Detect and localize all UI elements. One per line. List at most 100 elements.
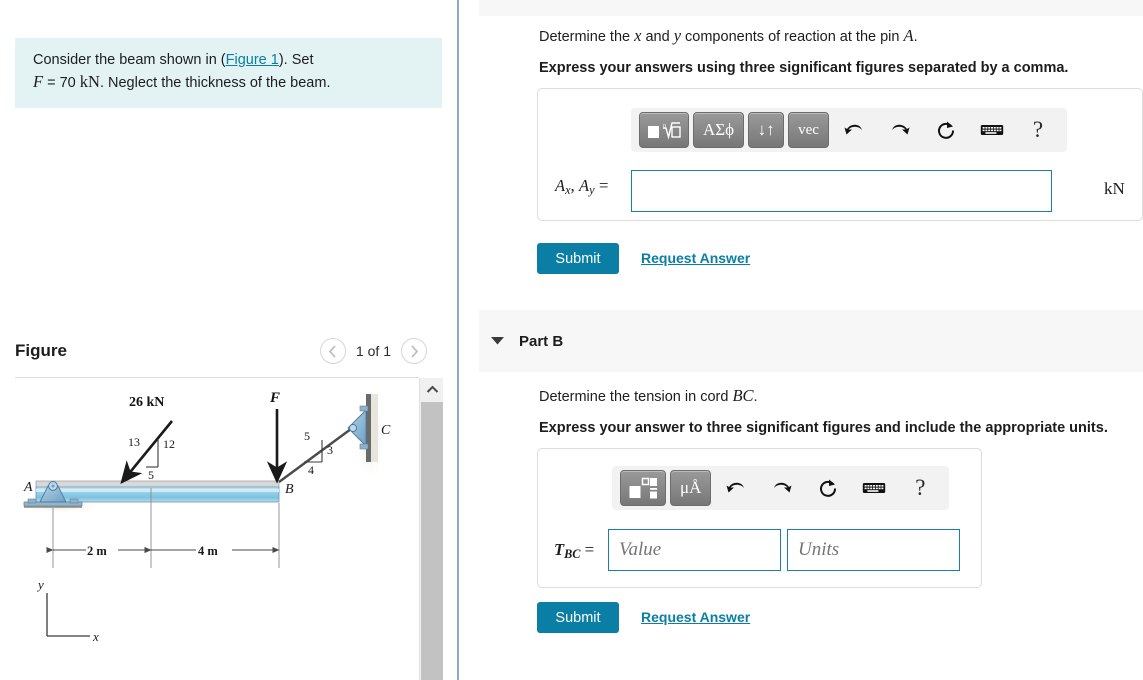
- part-b-value-input[interactable]: [608, 529, 781, 571]
- label-point-a: A: [23, 480, 33, 495]
- page-root: Consider the beam shown in (Figure 1). S…: [0, 0, 1143, 680]
- part-a-question-mid: and: [641, 29, 674, 45]
- part-a-submit-button[interactable]: Submit: [537, 243, 619, 274]
- keyboard-glyph-icon: [863, 483, 886, 493]
- part-a-request-answer-link[interactable]: Request Answer: [641, 250, 750, 266]
- part-a-question: Determine the x and y components of reac…: [539, 26, 918, 46]
- triangle-right-hyp-label: 5: [304, 429, 310, 443]
- load-arrow-26kn: [120, 420, 174, 485]
- left-panel: Consider the beam shown in (Figure 1). S…: [0, 0, 458, 680]
- math-template-button[interactable]: n: [639, 112, 689, 148]
- force-value: = 70: [47, 75, 76, 91]
- caret-down-glyph: [491, 337, 504, 345]
- part-b-title: Part B: [519, 332, 564, 350]
- units-symbols-button[interactable]: μÅ: [670, 470, 712, 506]
- label-point-b: B: [285, 482, 294, 497]
- sort-order-button[interactable]: ↓↑: [748, 112, 785, 148]
- problem-statement-line2: F = 70 kN. Neglect the thickness of the …: [33, 71, 426, 94]
- math-template-button[interactable]: [620, 470, 666, 506]
- keyboard-icon[interactable]: [855, 470, 893, 506]
- greek-symbols-button[interactable]: ΑΣϕ: [693, 112, 745, 148]
- part-a-answer-input[interactable]: [631, 170, 1052, 212]
- undo-icon[interactable]: [717, 470, 755, 506]
- scrollbar-thumb[interactable]: [421, 402, 443, 680]
- dimension-label-2m: 2 m: [87, 544, 107, 558]
- right-panel: Determine the x and y components of reac…: [459, 0, 1143, 680]
- part-b-question-pre: Determine the tension in cord: [539, 389, 733, 405]
- vector-button[interactable]: vec: [788, 112, 829, 148]
- part-a-instruction: Express your answers using three signifi…: [539, 60, 1069, 76]
- slope-triangle-left: [146, 439, 159, 468]
- part-a-label-equals: =: [598, 176, 609, 195]
- reset-circle-icon: [937, 121, 954, 139]
- help-icon[interactable]: ?: [901, 470, 939, 506]
- part-b-question-period: .: [753, 389, 758, 405]
- redo-icon[interactable]: [881, 112, 919, 148]
- part-b-var-bc: BC: [732, 386, 754, 405]
- part-a-question-period: .: [913, 29, 918, 45]
- dimension-line-2m: 2 m: [46, 544, 152, 558]
- part-a-answer-label: Ax, Ay =: [555, 176, 608, 198]
- part-b-header[interactable]: Part B: [479, 310, 1143, 372]
- triangle-right-horz-label: 4: [308, 463, 314, 477]
- scrollbar-up-button[interactable]: [420, 378, 444, 400]
- redo-icon[interactable]: [763, 470, 801, 506]
- keyboard-icon[interactable]: [973, 112, 1011, 148]
- part-b-answer-label: TBC =: [554, 540, 594, 562]
- caret-down-icon[interactable]: [491, 334, 509, 348]
- dimension-label-4m: 4 m: [198, 544, 218, 558]
- chevron-up-icon: [426, 385, 438, 393]
- part-a-var-a: A: [903, 26, 914, 45]
- figure-title: Figure: [15, 341, 67, 360]
- axis-label-x: x: [92, 629, 99, 644]
- triangle-right-vert-label: 3: [327, 443, 333, 457]
- reset-circle-icon: [820, 479, 837, 497]
- reset-icon[interactable]: [809, 470, 847, 506]
- figure-scrollbar[interactable]: [419, 378, 444, 680]
- undo-arrow-icon: [844, 124, 862, 135]
- beam-diagram: A B 26 kN 13 12 5 F 5 3 4 C 2 m 4 m y x: [15, 390, 391, 644]
- triangle-left-horz-label: 5: [148, 468, 154, 482]
- undo-arrow-icon: [726, 482, 745, 493]
- reset-icon[interactable]: [927, 112, 965, 148]
- math-template-icon: n: [648, 122, 681, 140]
- load-label-26kn: 26 kN: [129, 395, 164, 410]
- part-b-question: Determine the tension in cord BC.: [539, 386, 758, 406]
- part-b-label-equals: =: [584, 540, 595, 559]
- triangle-left-hyp-label: 13: [128, 435, 140, 449]
- figure-1-link[interactable]: Figure 1: [226, 52, 279, 68]
- triangle-left-vert-label: 12: [163, 437, 175, 451]
- dimension-line-4m: 4 m: [144, 544, 280, 558]
- left-panel-edge: [443, 0, 457, 680]
- force-label-f: F: [269, 390, 280, 406]
- cord-bc: [278, 425, 356, 483]
- part-a-unit-label: kN: [1104, 179, 1125, 198]
- part-b-submit-button[interactable]: Submit: [537, 602, 619, 633]
- problem-text-post: ). Set: [278, 52, 314, 68]
- figure-next-button[interactable]: [401, 338, 427, 364]
- part-b-units-input[interactable]: [787, 529, 960, 571]
- problem-text-rest: . Neglect the thickness of the beam.: [99, 75, 331, 91]
- figure-viewport: A B 26 kN 13 12 5 F 5 3 4 C 2 m 4 m y x: [0, 378, 419, 680]
- part-b-label-t-sub: BC: [564, 547, 581, 562]
- part-a-question-pre: Determine the: [539, 29, 635, 45]
- redo-arrow-icon: [774, 482, 792, 493]
- chevron-left-icon: [329, 344, 337, 358]
- part-a-header: [479, 0, 1143, 16]
- svg-text:n: n: [663, 123, 666, 129]
- axis-label-y: y: [36, 577, 44, 592]
- force-unit: kN: [79, 72, 100, 91]
- figure-header: Figure 1 of 1: [15, 338, 443, 376]
- problem-statement-line1: Consider the beam shown in (Figure 1). S…: [33, 50, 426, 71]
- problem-text-pre: Consider the beam shown in (: [33, 52, 226, 68]
- part-a-question-tail: components of reaction at the pin: [681, 29, 904, 45]
- figure-prev-button[interactable]: [319, 338, 346, 364]
- help-icon[interactable]: ?: [1019, 112, 1057, 148]
- part-b-request-answer-link[interactable]: Request Answer: [641, 609, 750, 625]
- force-symbol: F: [33, 72, 44, 91]
- part-a-label-ay: A: [579, 176, 590, 195]
- undo-icon[interactable]: [835, 112, 873, 148]
- label-point-c: C: [381, 423, 391, 438]
- part-a-math-toolbar: n ΑΣϕ ↓↑ vec ?: [631, 108, 1067, 152]
- figure-page-label: 1 of 1: [355, 343, 391, 359]
